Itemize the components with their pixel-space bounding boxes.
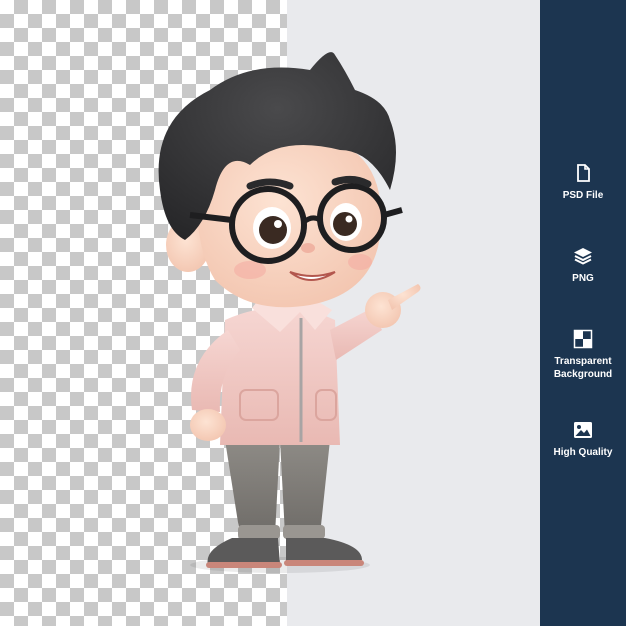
file-icon <box>577 164 590 182</box>
image-icon <box>574 422 592 438</box>
feature-psd-file: PSD File <box>540 163 626 202</box>
feature-transparent-background: Transparent Background <box>540 329 626 381</box>
feature-label: PSD File <box>562 190 604 201</box>
preview-area <box>0 0 540 626</box>
layers-icon <box>574 248 592 265</box>
feature-label: High Quality <box>553 447 613 458</box>
feature-png: PNG <box>540 246 626 285</box>
features-sidebar: PSD File PNG Transparent Background High… <box>540 0 626 626</box>
transparency-grid-icon <box>573 329 593 349</box>
feature-high-quality: High Quality <box>540 420 626 459</box>
cartoon-boy-illustration <box>158 52 421 573</box>
feature-label: Transparent Background <box>553 356 613 380</box>
feature-label: PNG <box>572 273 594 284</box>
